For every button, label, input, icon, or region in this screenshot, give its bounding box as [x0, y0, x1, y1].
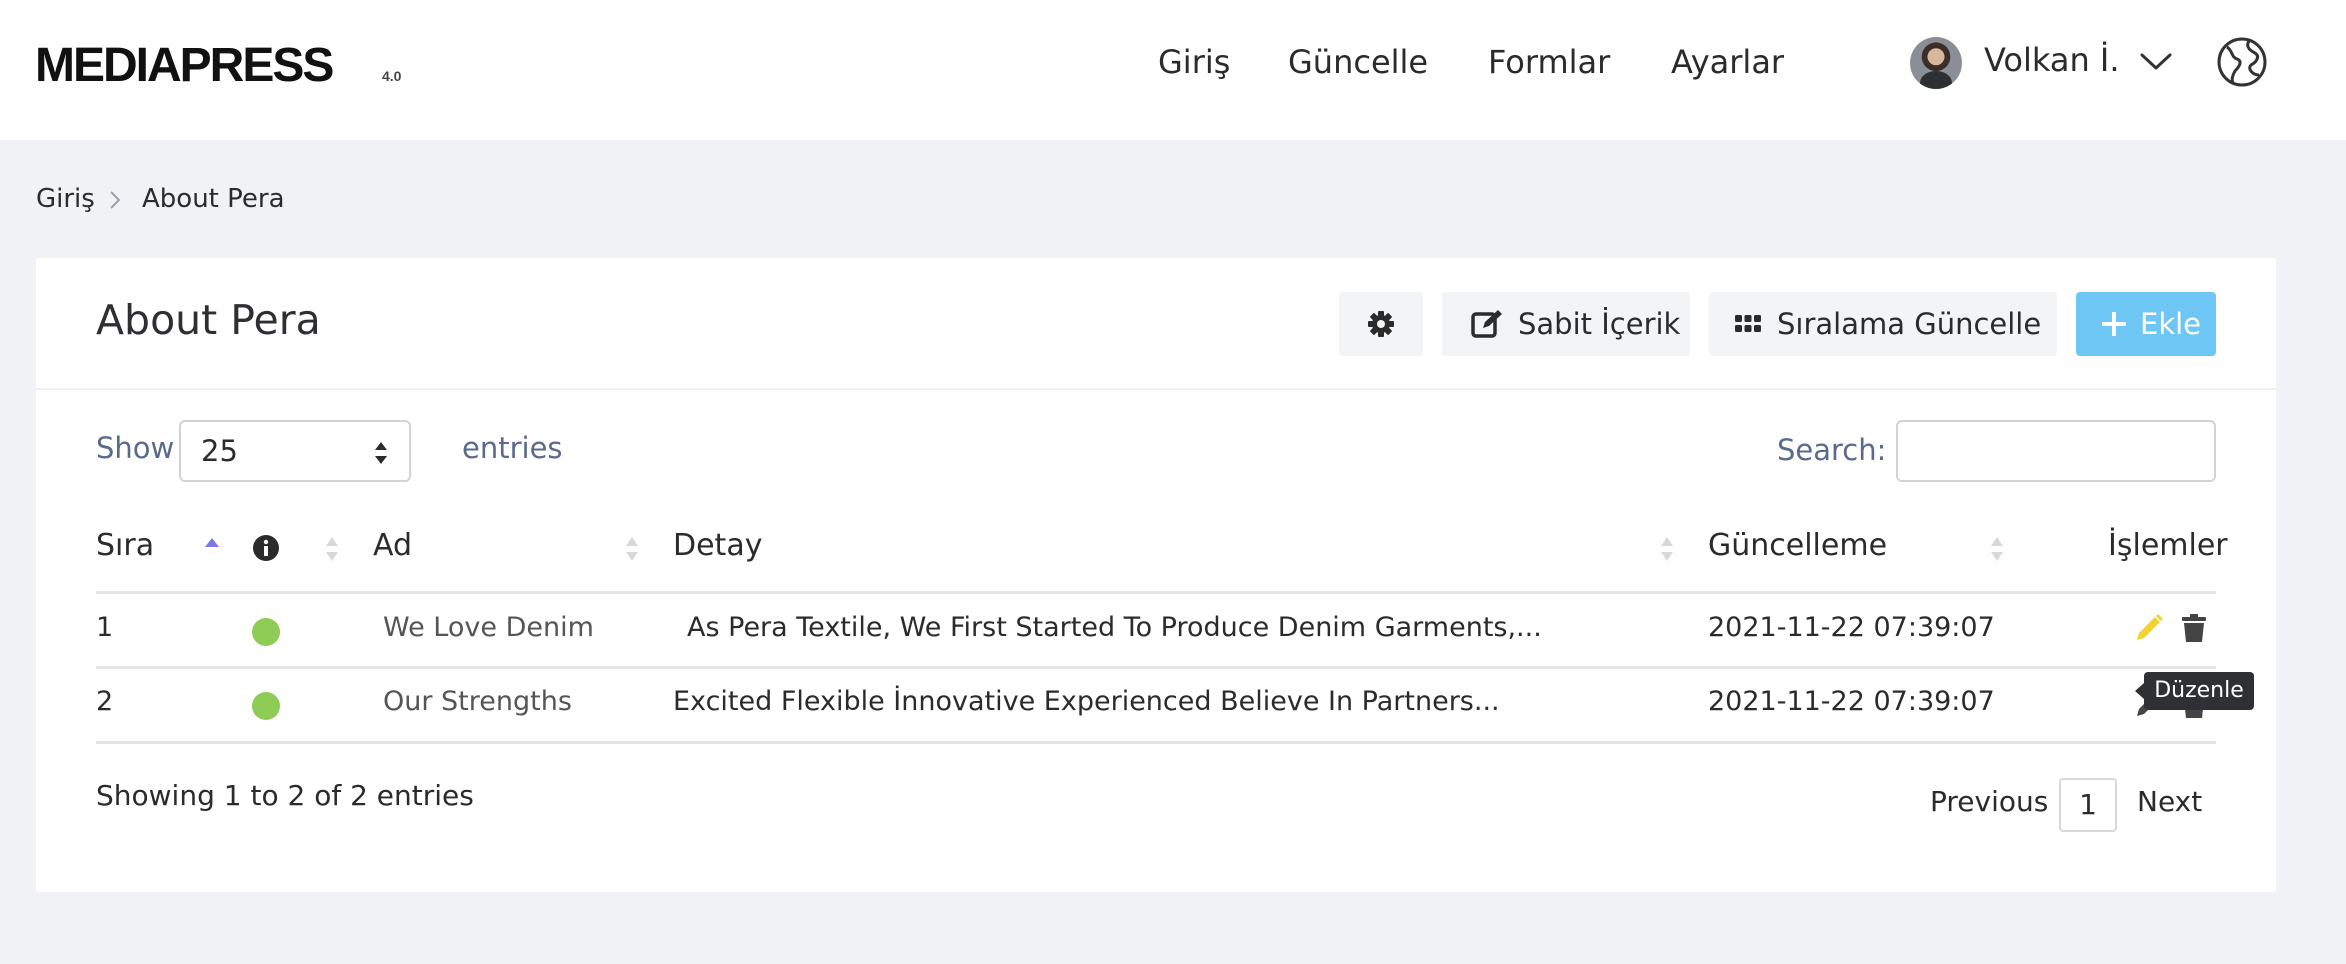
column-header-islemler: İşlemler — [2108, 528, 2228, 563]
nav-item-formlar[interactable]: Formlar — [1488, 40, 1610, 84]
row-divider — [96, 666, 2216, 669]
info-icon[interactable] — [252, 534, 280, 562]
fixed-content-button[interactable]: Sabit İçerik — [1442, 292, 1690, 356]
sort-asc-icon[interactable] — [204, 534, 220, 564]
add-label: Ekle — [2140, 307, 2202, 341]
divider — [36, 388, 2276, 390]
cell-name: We Love Denim — [383, 612, 594, 643]
globe-icon[interactable] — [2215, 35, 2269, 89]
top-header: MEDIAPRESS 4.0 Giriş Güncelle Formlar Ay… — [0, 0, 2346, 140]
breadcrumb-current: About Pera — [142, 184, 285, 214]
sort-icon[interactable] — [624, 534, 640, 564]
cell-detail: As Pera Textile, We First Started To Pro… — [687, 612, 1542, 643]
cell-order: 2 — [96, 686, 114, 717]
search-input[interactable] — [1896, 420, 2216, 482]
cell-updated: 2021-11-22 07:39:07 — [1708, 612, 1995, 643]
select-arrows-icon — [375, 442, 387, 464]
nav-item-ayarlar[interactable]: Ayarlar — [1671, 40, 1784, 84]
status-dot[interactable] — [252, 692, 280, 720]
pagination-next[interactable]: Next — [2137, 784, 2202, 820]
sort-icon[interactable] — [324, 534, 340, 564]
brand-logo[interactable]: MEDIAPRESS — [35, 38, 334, 94]
pencil-icon[interactable] — [2135, 614, 2163, 642]
pagination-page[interactable]: 1 — [2059, 778, 2117, 832]
status-dot[interactable] — [252, 618, 280, 646]
column-header-detay[interactable]: Detay — [673, 526, 762, 566]
entries-label: entries — [462, 431, 563, 465]
user-avatar[interactable] — [1910, 37, 1962, 89]
brand-version: 4.0 — [382, 68, 402, 84]
page-size-value: 25 — [201, 434, 238, 468]
chevron-down-icon[interactable] — [2138, 46, 2174, 76]
gear-icon — [1368, 311, 1394, 337]
breadcrumb-home[interactable]: Giriş — [36, 182, 95, 216]
table-info: Showing 1 to 2 of 2 entries — [96, 779, 474, 812]
cell-order: 1 — [96, 612, 114, 643]
add-button[interactable]: Ekle — [2076, 292, 2216, 356]
plus-icon — [2102, 312, 2126, 336]
show-label: Show — [96, 431, 175, 465]
fixed-content-label: Sabit İçerik — [1518, 307, 1681, 341]
cell-name: Our Strengths — [383, 686, 572, 717]
sort-icon[interactable] — [1659, 534, 1675, 564]
cell-detail: Excited Flexible İnnovative Experienced … — [673, 686, 1500, 717]
edit-icon — [1471, 310, 1502, 338]
update-order-button[interactable]: Sıralama Güncelle — [1709, 292, 2057, 356]
grid-icon — [1735, 315, 1761, 332]
column-header-guncelleme[interactable]: Güncelleme — [1708, 526, 1887, 566]
nav-item-guncelle[interactable]: Güncelle — [1288, 40, 1428, 84]
update-order-label: Sıralama Güncelle — [1777, 307, 2042, 341]
page-title: About Pera — [96, 296, 321, 344]
trash-icon[interactable] — [2182, 614, 2206, 642]
page-size-select[interactable]: 25 — [179, 420, 411, 482]
header-divider — [96, 591, 2216, 594]
column-header-ad[interactable]: Ad — [373, 526, 412, 566]
chevron-right-icon — [110, 191, 121, 209]
nav-item-giris[interactable]: Giriş — [1158, 40, 1230, 84]
settings-button[interactable] — [1339, 292, 1423, 356]
cell-updated: 2021-11-22 07:39:07 — [1708, 686, 1995, 717]
user-name[interactable]: Volkan İ. — [1984, 38, 2120, 82]
column-header-sira[interactable]: Sıra — [96, 526, 154, 566]
edit-tooltip: Düzenle — [2135, 672, 2254, 710]
sort-icon[interactable] — [1989, 534, 2005, 564]
search-label: Search: — [1777, 433, 1887, 467]
row-divider — [96, 741, 2216, 744]
pagination-previous[interactable]: Previous — [1930, 784, 2048, 820]
content-card: About Pera Sabit İçerik Sıralama Güncell… — [36, 258, 2276, 892]
